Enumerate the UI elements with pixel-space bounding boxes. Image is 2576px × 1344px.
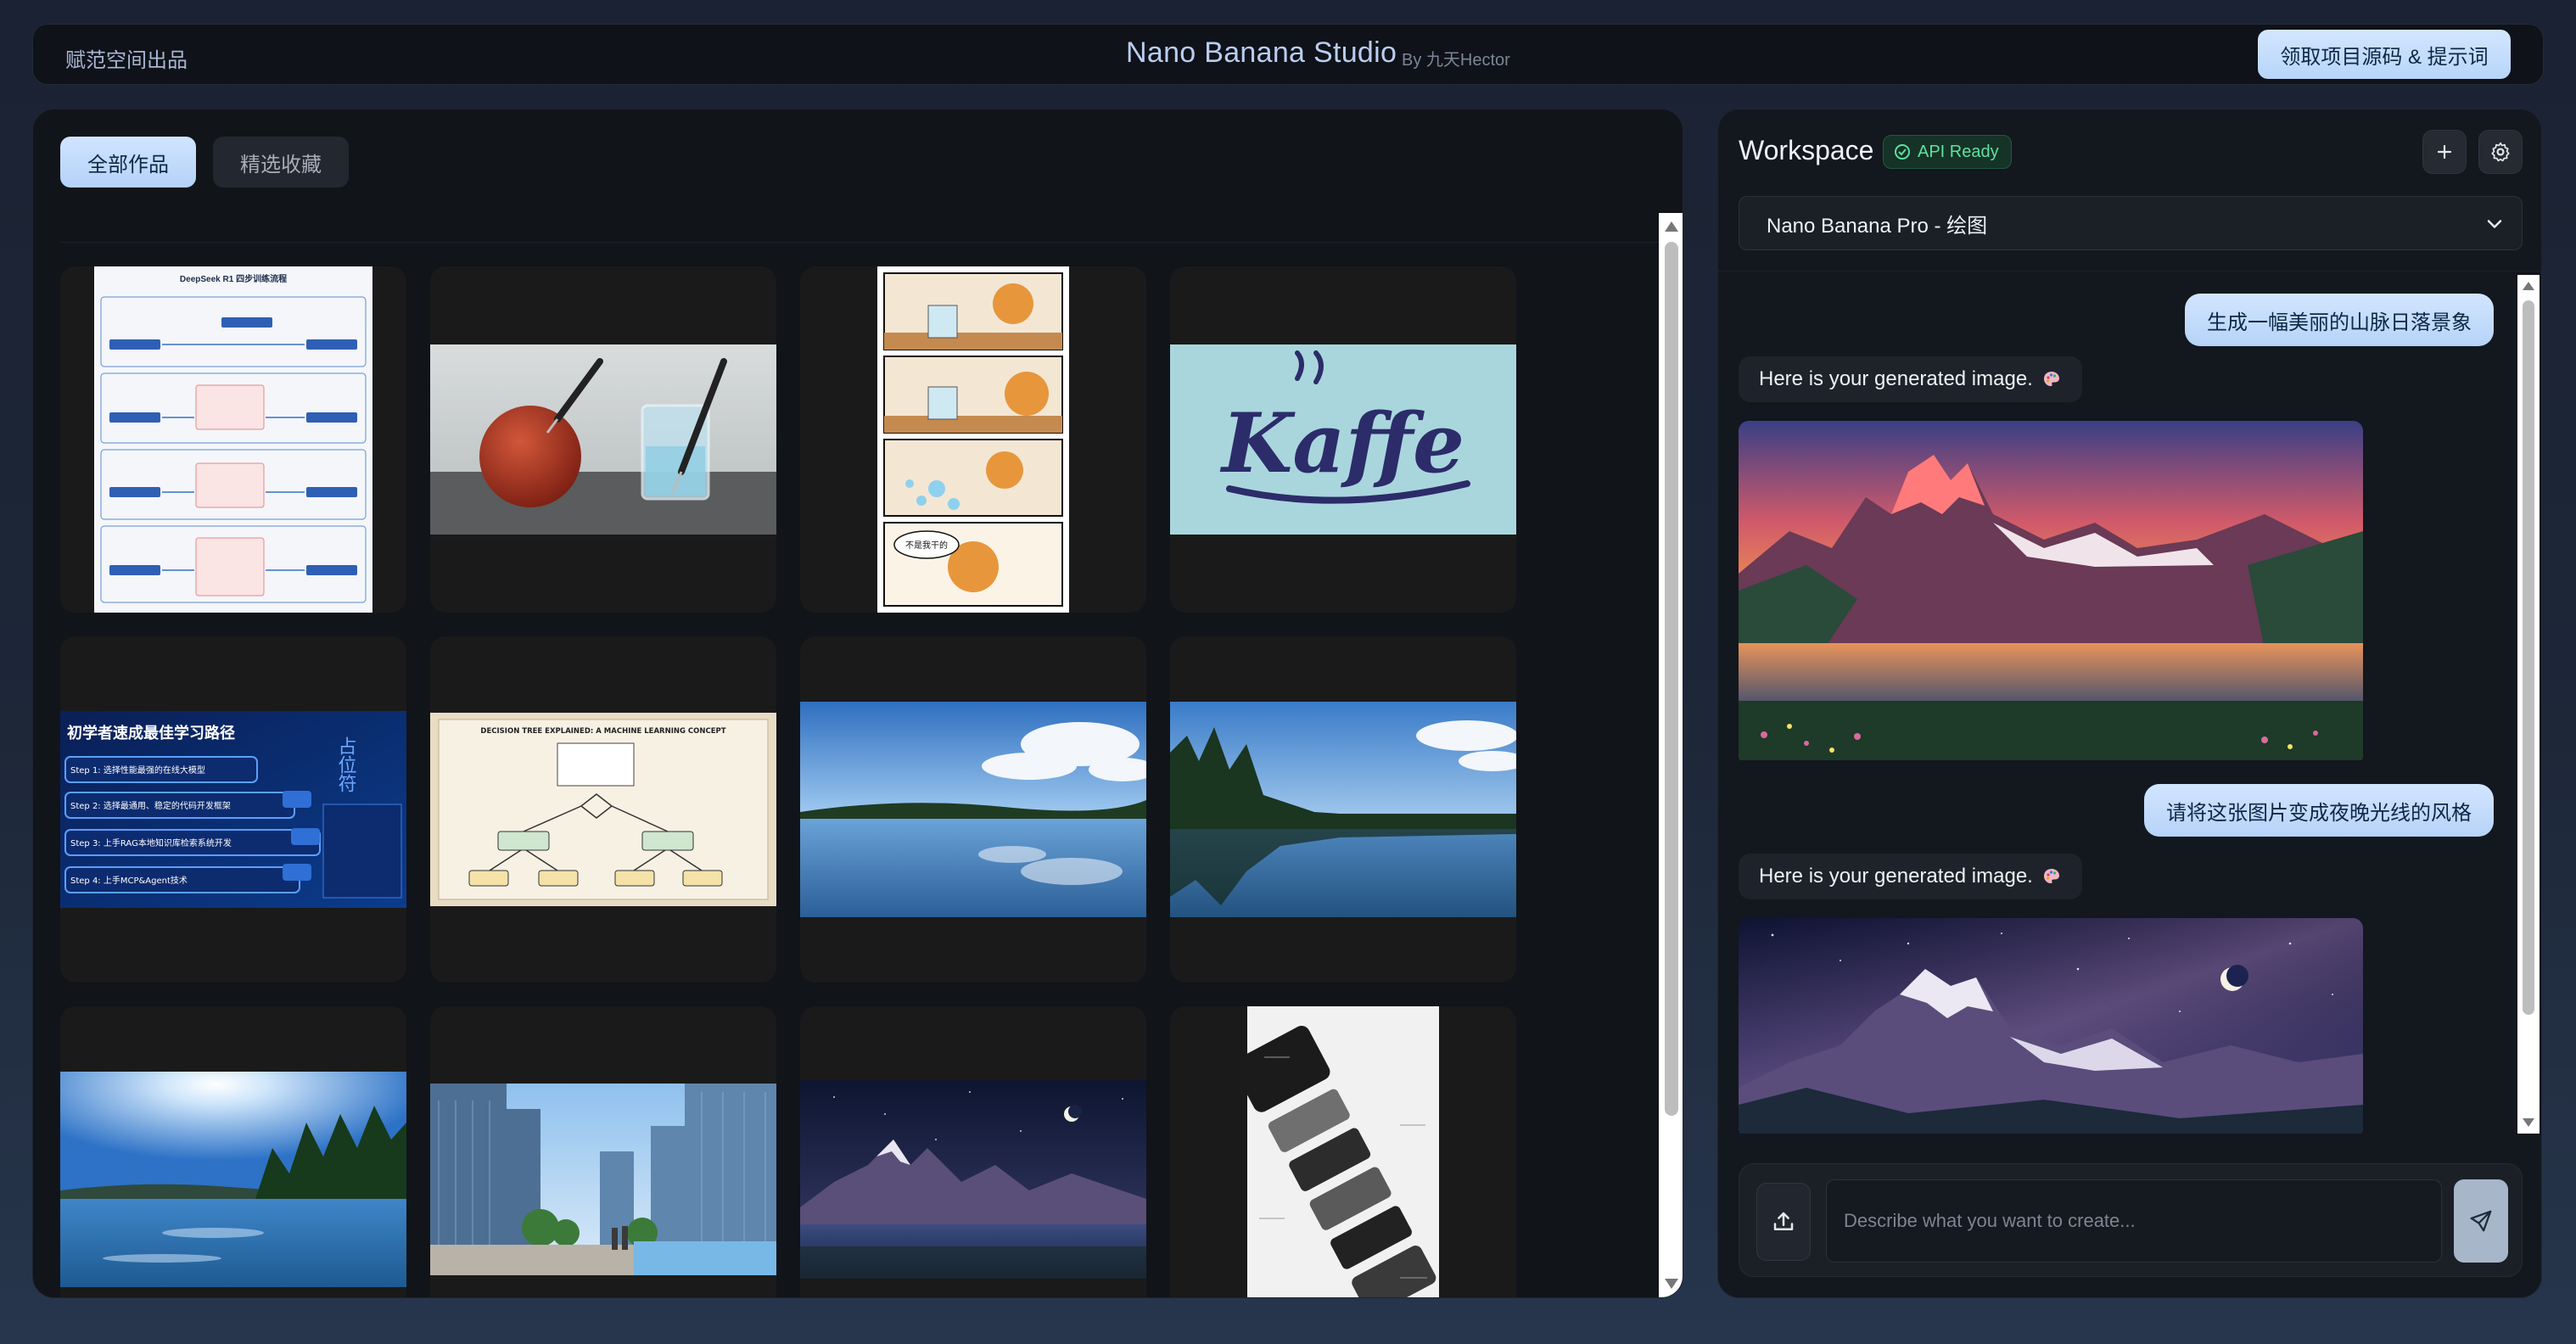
chat-scroll-thumb[interactable] [2523,300,2534,1015]
decision-tree-caption: DECISION TREE EXPLAINED: A MACHINE LEARN… [480,727,725,736]
night-mountain-thumbnail [800,1080,1146,1279]
model-select-value: Nano Banana Pro - 绘图 [1767,214,1988,238]
infographic-step-3: Step 3: 上手RAG本地知识库检索系统开发 [70,837,232,848]
gallery-scroll-thumb[interactable] [1665,242,1678,1116]
new-chat-button[interactable] [2422,130,2467,174]
kaffe-wordmark: Kaffe [1219,395,1464,491]
gallery-tile-city-street[interactable] [430,1006,776,1297]
lake-photo-thumbnail [800,702,1146,917]
send-icon [2470,1210,2492,1232]
api-status-badge: API Ready [1883,135,2012,169]
assistant-message: Here is your generated image. [1739,854,2082,899]
gallery-tile-cat-comic[interactable]: 不是我干的 [800,266,1146,613]
infographic-step-4: Step 4: 上手MCP&Agent技术 [70,875,188,886]
gallery-tile-lake-forest[interactable] [1170,636,1516,983]
user-message: 请将这张图片变成夜晚光线的风格 [2144,784,2494,837]
send-button[interactable] [2454,1179,2508,1263]
flowchart-caption: DeepSeek R1 四步训练流程 [180,273,287,284]
decision-tree-thumbnail: DECISION TREE EXPLAINED: A MACHINE LEARN… [430,713,776,906]
tab-all-works[interactable]: 全部作品 [60,137,196,188]
science-photo-thumbnail [430,344,776,535]
palette-icon [2043,372,2059,386]
sunny-lake-thumbnail [60,1072,406,1287]
gallery-scrollbar[interactable] [1659,213,1683,1297]
chat-thread: 生成一幅美丽的山脉日落景象 Here is your generated ima… [1718,271,2541,1134]
tab-favorites[interactable]: 精选收藏 [213,137,349,188]
model-select[interactable]: Nano Banana Pro - 绘图 [1739,196,2523,250]
gallery-grid-area: DeepSeek R1 四步训练流程 不是我干的 Kaffe 初学者速成最佳学习… [60,242,1683,1297]
api-status-text: API Ready [1918,142,1999,161]
gallery-tile-mountain-night[interactable] [800,1006,1146,1297]
gallery-tile-phone-exploded[interactable] [1170,1006,1516,1297]
upload-icon [1773,1212,1794,1230]
gallery-tile-tomato-thermometer[interactable] [430,266,776,613]
plus-icon [2437,144,2452,160]
gallery-tile-deepseek-flowchart[interactable]: DeepSeek R1 四步训练流程 [60,266,406,613]
assistant-message: Here is your generated image. [1739,356,2082,402]
author-byline: By 九天Hector [1402,51,1510,70]
gallery-tile-kaffe-logo[interactable]: Kaffe [1170,266,1516,613]
night-mountain-image [1739,918,2363,1134]
palette-icon [2043,869,2059,883]
assistant-message-text: Here is your generated image. [1759,367,2033,390]
workspace-panel: Workspace API Ready Nano Banana Pro - 绘图… [1717,109,2542,1298]
chat-scroll-up-icon[interactable] [2523,282,2534,290]
infographic-side-text: 占位符 [335,736,357,792]
gallery-grid: DeepSeek R1 四步训练流程 不是我干的 Kaffe 初学者速成最佳学习… [60,266,1516,1297]
app-title: Nano Banana Studio [1126,36,1397,69]
workspace-title: Workspace [1739,135,1874,165]
comic-speech-text: 不是我干的 [905,540,948,551]
chat-scrollbar[interactable] [2517,275,2540,1134]
phone-diagram-thumbnail [1247,1006,1439,1297]
app-header: 赋范空间出品 Nano Banana Studio By 九天Hector 领取… [32,24,2544,85]
city-thumbnail [430,1084,776,1275]
gallery-tile-decision-tree[interactable]: DECISION TREE EXPLAINED: A MACHINE LEARN… [430,636,776,983]
generated-image-sunset[interactable] [1739,421,2363,764]
user-message-text: 请将这张图片变成夜晚光线的风格 [2166,801,2472,825]
settings-button[interactable] [2478,130,2523,174]
infographic-title: 初学者速成最佳学习路径 [67,724,235,742]
lake-forest-thumbnail [1170,702,1516,917]
user-message: 生成一幅美丽的山脉日落景象 [2185,294,2494,346]
prompt-composer [1739,1163,2523,1277]
prompt-input[interactable] [1826,1179,2442,1263]
logo-thumbnail: Kaffe [1170,344,1516,535]
chat-scroll-down-icon[interactable] [2523,1118,2534,1127]
get-source-button[interactable]: 领取项目源码 & 提示词 [2258,30,2511,79]
brand-label: 赋范空间出品 [65,49,188,72]
user-message-text: 生成一幅美丽的山脉日落景象 [2207,311,2472,334]
generated-image-night[interactable] [1739,918,2363,1138]
gear-icon [2491,142,2510,162]
sunset-mountain-image [1739,421,2363,760]
scroll-up-arrow-icon[interactable] [1665,221,1678,232]
gallery-panel: 全部作品 精选收藏 DeepSeek R1 四步训练流程 不是我干的 Kaffe… [32,109,1683,1298]
gallery-tile-learning-path[interactable]: 初学者速成最佳学习路径 占位符 Step 1: 选择性能最强的在线大模型 Ste… [60,636,406,983]
check-circle-icon [1895,144,1910,160]
assistant-message-text: Here is your generated image. [1759,865,2033,888]
chevron-down-icon [2487,220,2502,228]
scroll-down-arrow-icon[interactable] [1665,1279,1678,1289]
gallery-tabs: 全部作品 精选收藏 [60,137,349,188]
flowchart-thumbnail: DeepSeek R1 四步训练流程 [94,266,372,613]
gallery-tile-lake-cloudy[interactable] [800,636,1146,983]
infographic-step-2: Step 2: 选择最通用、稳定的代码开发框架 [70,800,231,811]
gallery-tile-lake-sunny[interactable] [60,1006,406,1297]
infographic-step-1: Step 1: 选择性能最强的在线大模型 [70,764,205,776]
upload-image-button[interactable] [1756,1183,1811,1261]
infographic-thumbnail: 初学者速成最佳学习路径 占位符 Step 1: 选择性能最强的在线大模型 Ste… [60,711,406,908]
comic-thumbnail: 不是我干的 [877,266,1069,613]
